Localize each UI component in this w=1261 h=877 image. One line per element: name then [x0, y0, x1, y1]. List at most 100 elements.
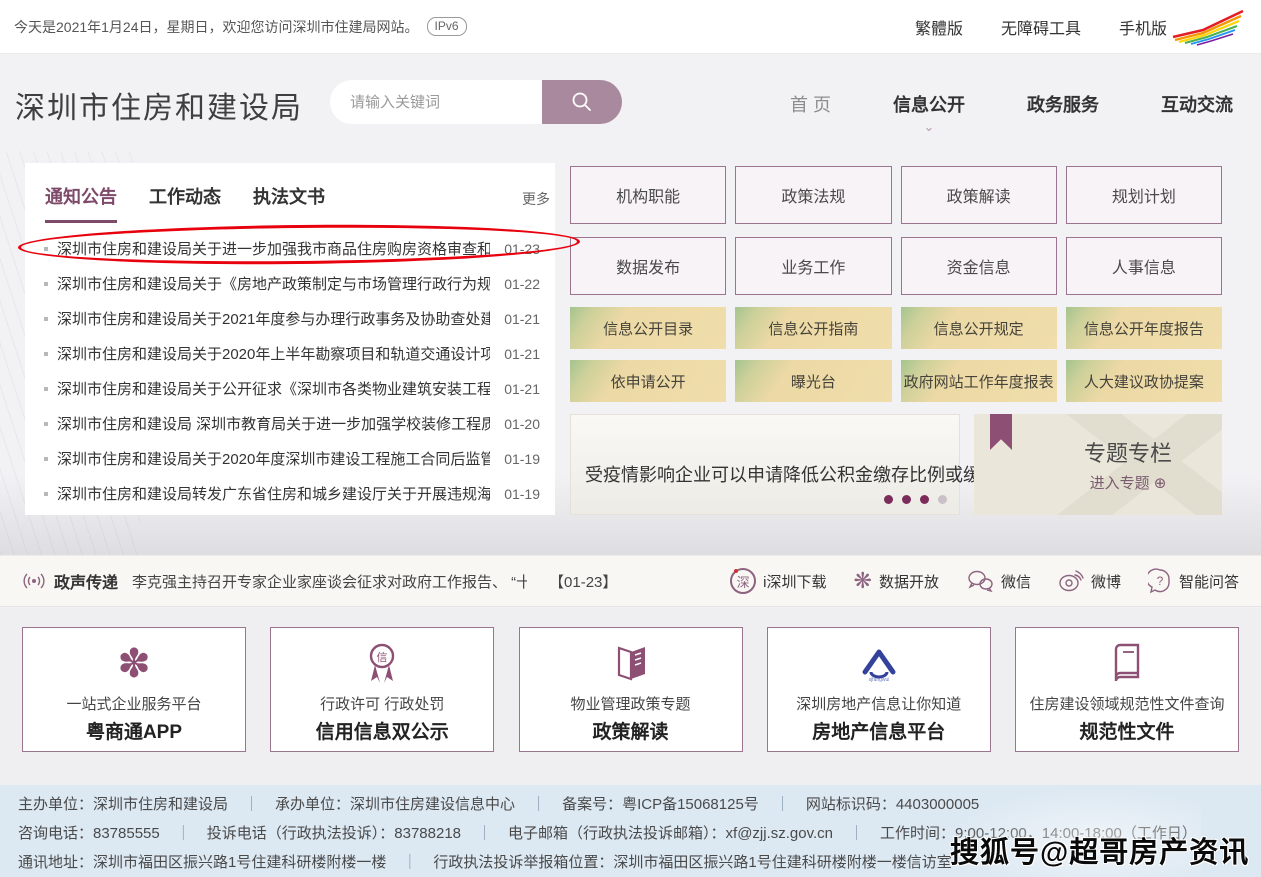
svg-text:?: ?	[1157, 574, 1164, 588]
footer-text: 投诉电话（行政执法投诉）：83788218	[160, 825, 461, 842]
plus-circle-icon: ⊕	[1154, 475, 1167, 492]
info-grid-item[interactable]: 人大建议政协提案	[1066, 360, 1222, 402]
info-grid-item[interactable]: 信息公开年度报告	[1066, 307, 1222, 349]
nav-item[interactable]: 信息公开 ⌄	[893, 91, 965, 117]
card-subtitle: 行政许可 行政处罚	[271, 693, 493, 714]
quicklink-ishenzhen[interactable]: 深 i深圳下载	[730, 568, 826, 594]
news-item-title: 深圳市住房和建设局关于2020年度深圳市建设工程施工合同后监管...	[57, 448, 490, 469]
search-icon	[570, 90, 594, 114]
info-grid-item[interactable]: 政府网站工作年度报表	[901, 360, 1057, 402]
carousel-dot[interactable]	[920, 495, 929, 504]
news-item-date: 01-22	[504, 276, 540, 292]
quicklink-label: 微博	[1091, 571, 1121, 592]
more-link[interactable]: 更多	[522, 189, 550, 209]
info-grid-item[interactable]: 依申请公开	[570, 360, 726, 402]
news-item-title: 深圳市住房和建设局转发广东省住房和城乡建设厅关于开展违规海...	[57, 483, 490, 504]
card-realestate-platform[interactable]: sjfangwui 深圳房地产信息让你知道 房地产信息平台	[767, 627, 991, 752]
card-subtitle: 物业管理政策专题	[520, 693, 742, 714]
quicklink-wechat[interactable]: 微信	[966, 569, 1031, 593]
info-grid-item[interactable]: 信息公开规定	[901, 307, 1057, 349]
nav-item-label: 信息公开	[893, 95, 965, 115]
info-grid-item[interactable]: 政策解读	[901, 166, 1057, 224]
site-title: 深圳市住房和建设局	[15, 83, 303, 127]
news-item-title: 深圳市住房和建设局关于《房地产政策制定与市场管理行政行为规...	[57, 273, 490, 294]
main-section: 通知公告工作动态执法文书 更多 深圳市住房和建设局关于进一步加强我市商品住房购房…	[0, 151, 1261, 555]
books-icon	[609, 644, 653, 684]
news-item-date: 01-21	[504, 381, 540, 397]
news-item[interactable]: 深圳市住房和建设局 深圳市教育局关于进一步加强学校装修工程质... 01-20	[40, 406, 540, 441]
bullet-icon	[44, 247, 48, 251]
card-subtitle: 一站式企业服务平台	[23, 693, 245, 714]
carousel-dot[interactable]	[884, 495, 893, 504]
top-link[interactable]: 无障碍工具	[1001, 15, 1081, 39]
news-item-date: 01-21	[504, 346, 540, 362]
news-item[interactable]: 深圳市住房和建设局关于2020年度深圳市建设工程施工合同后监管... 01-19	[40, 441, 540, 476]
voice-label: 政声传递	[54, 569, 118, 593]
cards-section: ✽ 一站式企业服务平台 粤商通APP 信 行政许可 行政处罚 信用信息双公示	[0, 608, 1261, 785]
info-grid-item[interactable]: 信息公开目录	[570, 307, 726, 349]
nav-item-label: 互动交流	[1161, 95, 1233, 115]
carousel-dot[interactable]	[902, 495, 911, 504]
card-yueshangtong[interactable]: ✽ 一站式企业服务平台 粤商通APP	[22, 627, 246, 752]
news-tab[interactable]: 通知公告	[45, 183, 117, 223]
news-item-title: 深圳市住房和建设局关于进一步加强我市商品住房购房资格审查和...	[57, 238, 490, 259]
search-input[interactable]	[330, 80, 542, 124]
news-item[interactable]: 深圳市住房和建设局关于公开征求《深圳市各类物业建筑安装工程... 01-21	[40, 371, 540, 406]
search-button[interactable]	[542, 80, 622, 124]
info-grid-item[interactable]: 曝光台	[735, 360, 891, 402]
news-item[interactable]: 深圳市住房和建设局关于《房地产政策制定与市场管理行政行为规... 01-22	[40, 266, 540, 301]
quicklink-smart-qa[interactable]: ? 智能问答	[1148, 568, 1239, 594]
info-grid-item[interactable]: 业务工作	[735, 237, 891, 295]
special-column-panel[interactable]: 专题专栏 进入专题 ⊕	[974, 414, 1222, 515]
news-item-date: 01-20	[504, 416, 540, 432]
shenzhen-city-logo[interactable]	[1167, 6, 1247, 48]
info-grid-item[interactable]: 人事信息	[1066, 237, 1222, 295]
info-grid-colored: 信息公开目录信息公开指南信息公开规定信息公开年度报告依申请公开曝光台政府网站工作…	[570, 307, 1222, 402]
quicklink-weibo[interactable]: 微博	[1058, 569, 1121, 593]
ipv6-badge[interactable]: IPv6	[427, 17, 467, 36]
nav-item[interactable]: 互动交流 ⌄	[1161, 91, 1233, 117]
top-link[interactable]: 手机版	[1119, 15, 1167, 39]
news-item[interactable]: 深圳市住房和建设局关于2020年上半年勘察项目和轨道交通设计项... 01-21	[40, 336, 540, 371]
news-item[interactable]: 深圳市住房和建设局转发广东省住房和城乡建设厅关于开展违规海... 01-19	[40, 476, 540, 511]
info-grid-item[interactable]: 机构职能	[570, 166, 726, 224]
info-grid-item[interactable]: 信息公开指南	[735, 307, 891, 349]
header: 深圳市住房和建设局 首 页 ⌄ 信息公开 ⌄	[0, 55, 1261, 151]
carousel-dot[interactable]	[938, 495, 947, 504]
card-subtitle: 住房建设领域规范性文件查询	[1016, 693, 1238, 714]
nav-item[interactable]: 首 页 ⌄	[790, 91, 831, 117]
main-nav: 首 页 ⌄ 信息公开 ⌄ 政务服务 ⌄ 互动交流 ⌄	[790, 91, 1233, 117]
enter-special-link[interactable]: 进入专题 ⊕	[1034, 472, 1222, 493]
info-grid-item[interactable]: 规划计划	[1066, 166, 1222, 224]
top-link[interactable]: 繁體版	[915, 15, 963, 39]
bullet-icon	[44, 282, 48, 286]
bullet-icon	[44, 457, 48, 461]
card-credit-info[interactable]: 信 行政许可 行政处罚 信用信息双公示	[270, 627, 494, 752]
news-item-title: 深圳市住房和建设局关于公开征求《深圳市各类物业建筑安装工程...	[57, 378, 490, 399]
voice-headline[interactable]: 李克强主持召开专家企业家座谈会征求对政府工作报告、 “十四五” ...	[132, 571, 527, 592]
welcome-text: 今天是2021年1月24日，星期日，欢迎您访问深圳市住建局网站。	[14, 17, 419, 37]
info-grid-item[interactable]: 资金信息	[901, 237, 1057, 295]
card-title: 规范性文件	[1016, 717, 1238, 744]
chevron-down-icon: ⌄	[924, 119, 935, 135]
bullet-icon	[44, 352, 48, 356]
news-tab[interactable]: 执法文书	[253, 183, 325, 223]
watermark-text: 搜狐号@超哥房产资讯	[950, 829, 1249, 871]
quicklink-label: 智能问答	[1179, 571, 1239, 592]
card-policy-interpretation[interactable]: 物业管理政策专题 政策解读	[519, 627, 743, 752]
special-column-title: 专题专栏	[1034, 436, 1222, 468]
nav-item[interactable]: 政务服务 ⌄	[1027, 91, 1099, 117]
bookmark-icon	[990, 414, 1012, 450]
footer-text: 主办单位：深圳市住房和建设局	[18, 796, 228, 813]
news-item-date: 01-19	[504, 486, 540, 502]
search-bar	[330, 80, 622, 124]
news-item[interactable]: 深圳市住房和建设局关于进一步加强我市商品住房购房资格审查和... 01-23	[40, 231, 540, 266]
info-grid-item[interactable]: 数据发布	[570, 237, 726, 295]
info-grid-item[interactable]: 政策法规	[735, 166, 891, 224]
card-normative-documents[interactable]: 住房建设领域规范性文件查询 规范性文件	[1015, 627, 1239, 752]
carousel-banner[interactable]: 受疫情影响企业可以申请降低公积金缴存比例或缓缴	[570, 414, 960, 515]
news-tab[interactable]: 工作动态	[149, 183, 221, 223]
top-right-links: 繁體版 无障碍工具 手机版	[915, 15, 1167, 39]
quicklink-data-open[interactable]: ❋ 数据开放	[854, 568, 939, 594]
news-item[interactable]: 深圳市住房和建设局关于2021年度参与办理行政事务及协助查处建... 01-21	[40, 301, 540, 336]
